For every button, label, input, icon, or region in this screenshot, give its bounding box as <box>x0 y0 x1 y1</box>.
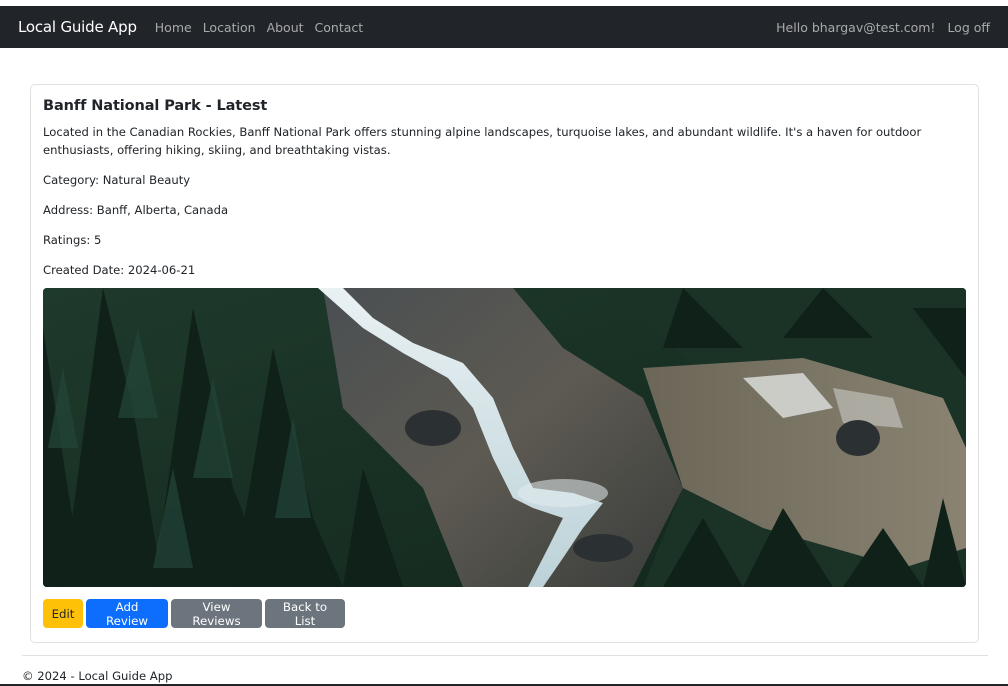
add-review-button[interactable]: Add Review <box>86 599 168 628</box>
nav-about[interactable]: About <box>267 20 304 35</box>
place-address: Address: Banff, Alberta, Canada <box>43 203 229 217</box>
nav-contact[interactable]: Contact <box>315 20 364 35</box>
action-buttons: Edit Add Review View Reviews Back to Lis… <box>43 599 966 628</box>
place-title: Banff National Park - Latest <box>43 98 268 114</box>
footer-text: © 2024 - Local Guide App <box>22 669 173 683</box>
logoff-link[interactable]: Log off <box>947 20 990 35</box>
place-ratings: Ratings: 5 <box>43 233 102 247</box>
user-area: Hello bhargav@test.com! Log off <box>764 20 990 35</box>
nav-home[interactable]: Home <box>155 20 192 35</box>
place-description: Located in the Canadian Rockies, Banff N… <box>43 125 922 157</box>
view-reviews-button[interactable]: View Reviews <box>171 599 262 628</box>
nav-location[interactable]: Location <box>203 20 256 35</box>
footer-divider <box>22 655 988 656</box>
back-to-list-button[interactable]: Back to List <box>265 599 345 628</box>
top-navbar: Local Guide App Home Location About Cont… <box>0 6 1008 48</box>
place-created-date: Created Date: 2024-06-21 <box>43 263 196 277</box>
brand-link[interactable]: Local Guide App <box>18 18 137 36</box>
place-card: Banff National Park - Latest Located in … <box>30 84 979 643</box>
place-photo <box>43 288 966 587</box>
edit-button[interactable]: Edit <box>43 599 83 628</box>
waterfall-forest-image <box>43 288 966 587</box>
place-category: Category: Natural Beauty <box>43 173 191 187</box>
user-greeting-link[interactable]: Hello bhargav@test.com! <box>776 20 935 35</box>
